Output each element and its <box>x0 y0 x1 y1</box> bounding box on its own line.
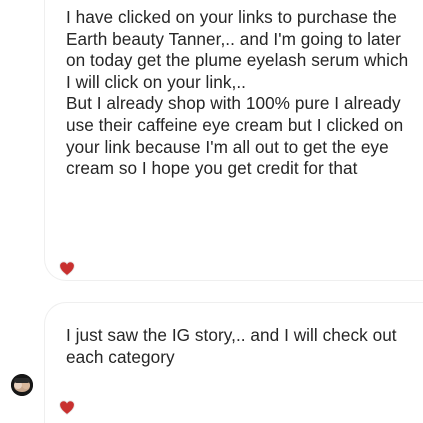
avatar-image <box>11 374 33 396</box>
message-thread: I have clicked on your links to purchase… <box>0 0 423 423</box>
heart-reaction-graphic <box>59 399 75 415</box>
message-text: I just saw the IG story,.. and I will ch… <box>66 325 397 367</box>
heart-icon[interactable] <box>57 397 77 417</box>
message-text: I have clicked on your links to purchase… <box>66 7 409 92</box>
message-bubble[interactable]: I have clicked on your links to purchase… <box>44 0 423 281</box>
message-text: But I already shop with 100% pure I alre… <box>66 93 404 179</box>
message-bubble[interactable]: I just saw the IG story,.. and I will ch… <box>44 302 423 423</box>
heart-reaction-graphic <box>59 260 75 276</box>
avatar[interactable] <box>11 374 33 396</box>
heart-icon[interactable] <box>57 258 77 278</box>
